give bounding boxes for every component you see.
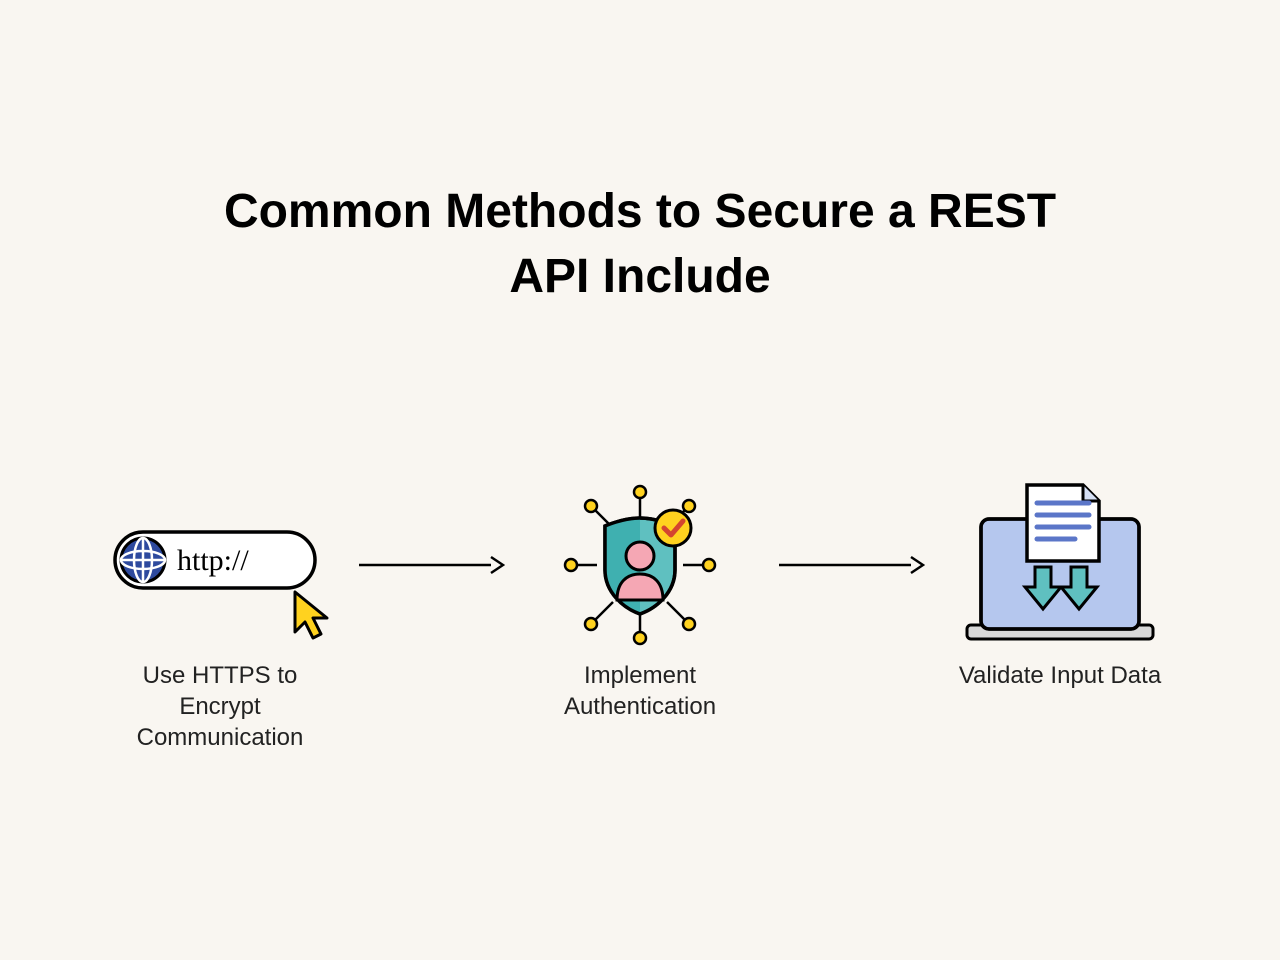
page-title: Common Methods to Secure a REST API Incl… xyxy=(0,180,1280,310)
arrow-icon xyxy=(350,470,510,660)
item-https: http:// Use HTTPS to Encrypt Communicati… xyxy=(90,470,350,754)
item-label: Validate Input Data xyxy=(949,660,1171,691)
diagram-row: http:// Use HTTPS to Encrypt Communicati… xyxy=(0,470,1280,754)
validate-icon xyxy=(955,470,1165,660)
auth-icon xyxy=(545,470,735,660)
item-validate: Validate Input Data xyxy=(930,470,1190,691)
item-authentication: Implement Authentication xyxy=(510,470,770,722)
item-label: Use HTTPS to Encrypt Communication xyxy=(90,660,350,754)
http-label: http:// xyxy=(177,544,249,577)
arrow-icon xyxy=(770,470,930,660)
item-label: Implement Authentication xyxy=(510,660,770,722)
http-icon: http:// xyxy=(105,470,335,660)
